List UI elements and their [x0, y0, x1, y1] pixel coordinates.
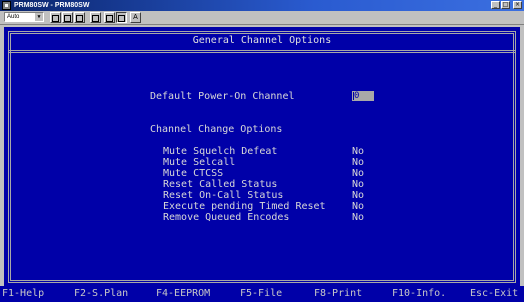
option-label: Mute Squelch Defeat	[163, 146, 278, 157]
window-title: PRM80SW - PRM80SW	[14, 2, 90, 9]
function-key-bar: F1-Help F2-S.Plan F4-EEPROM F5-File F8-P…	[0, 286, 524, 302]
maximize-button[interactable]: □	[501, 1, 510, 9]
chevron-down-icon[interactable]: ▼	[35, 13, 43, 21]
font-size-select[interactable]: Auto ▼	[4, 12, 44, 22]
font-size-value: Auto	[7, 14, 20, 20]
minimize-button[interactable]: _	[491, 1, 500, 9]
window-titlebar[interactable]: PRM80SW - PRM80SW _ □ ×	[0, 0, 524, 11]
copy-icon[interactable]	[62, 12, 73, 23]
f4-eeprom-key[interactable]: F4-EEPROM	[156, 288, 210, 300]
option-value[interactable]: No	[352, 157, 364, 168]
option-label: Reset On-Call Status	[163, 190, 284, 201]
option-value[interactable]: No	[352, 212, 364, 223]
option-label: Reset Called Status	[163, 179, 278, 190]
option-value[interactable]: No	[352, 179, 364, 190]
default-channel-label: Default Power-On Channel	[150, 91, 295, 102]
f8-print-key[interactable]: F8-Print	[314, 288, 362, 300]
paste-icon[interactable]	[74, 12, 85, 23]
f10-info-key[interactable]: F10-Info.	[392, 288, 446, 300]
section-title: Channel Change Options	[150, 124, 283, 135]
screen-header: General Channel Options	[192, 35, 332, 46]
option-value[interactable]: No	[352, 201, 364, 212]
option-label: Mute CTCSS	[163, 168, 224, 179]
default-channel-input[interactable]: 0	[352, 91, 374, 101]
properties-icon[interactable]	[104, 12, 115, 23]
f5-file-key[interactable]: F5-File	[240, 288, 282, 300]
option-value[interactable]: No	[352, 146, 364, 157]
screen-frame	[8, 31, 516, 283]
header-divider	[8, 50, 516, 53]
option-value[interactable]: No	[352, 190, 364, 201]
font-button[interactable]: A	[130, 12, 141, 23]
f2-service-plan-key[interactable]: F2-S.Plan	[74, 288, 128, 300]
close-button[interactable]: ×	[513, 1, 522, 9]
option-label: Execute pending Timed Reset	[163, 201, 326, 212]
esc-exit-key[interactable]: Esc-Exit	[470, 288, 518, 300]
console-screen[interactable]: General Channel Options Default Power-On…	[4, 27, 520, 286]
mark-icon[interactable]	[50, 12, 61, 23]
toolbar: Auto ▼ A	[0, 11, 524, 25]
option-value[interactable]: No	[352, 168, 364, 179]
background-icon[interactable]	[116, 12, 127, 23]
fullscreen-icon[interactable]	[90, 12, 101, 23]
f1-help-key[interactable]: F1-Help	[2, 288, 44, 300]
option-label: Remove Queued Encodes	[163, 212, 290, 223]
option-label: Mute Selcall	[163, 157, 236, 168]
app-icon[interactable]	[2, 1, 11, 10]
